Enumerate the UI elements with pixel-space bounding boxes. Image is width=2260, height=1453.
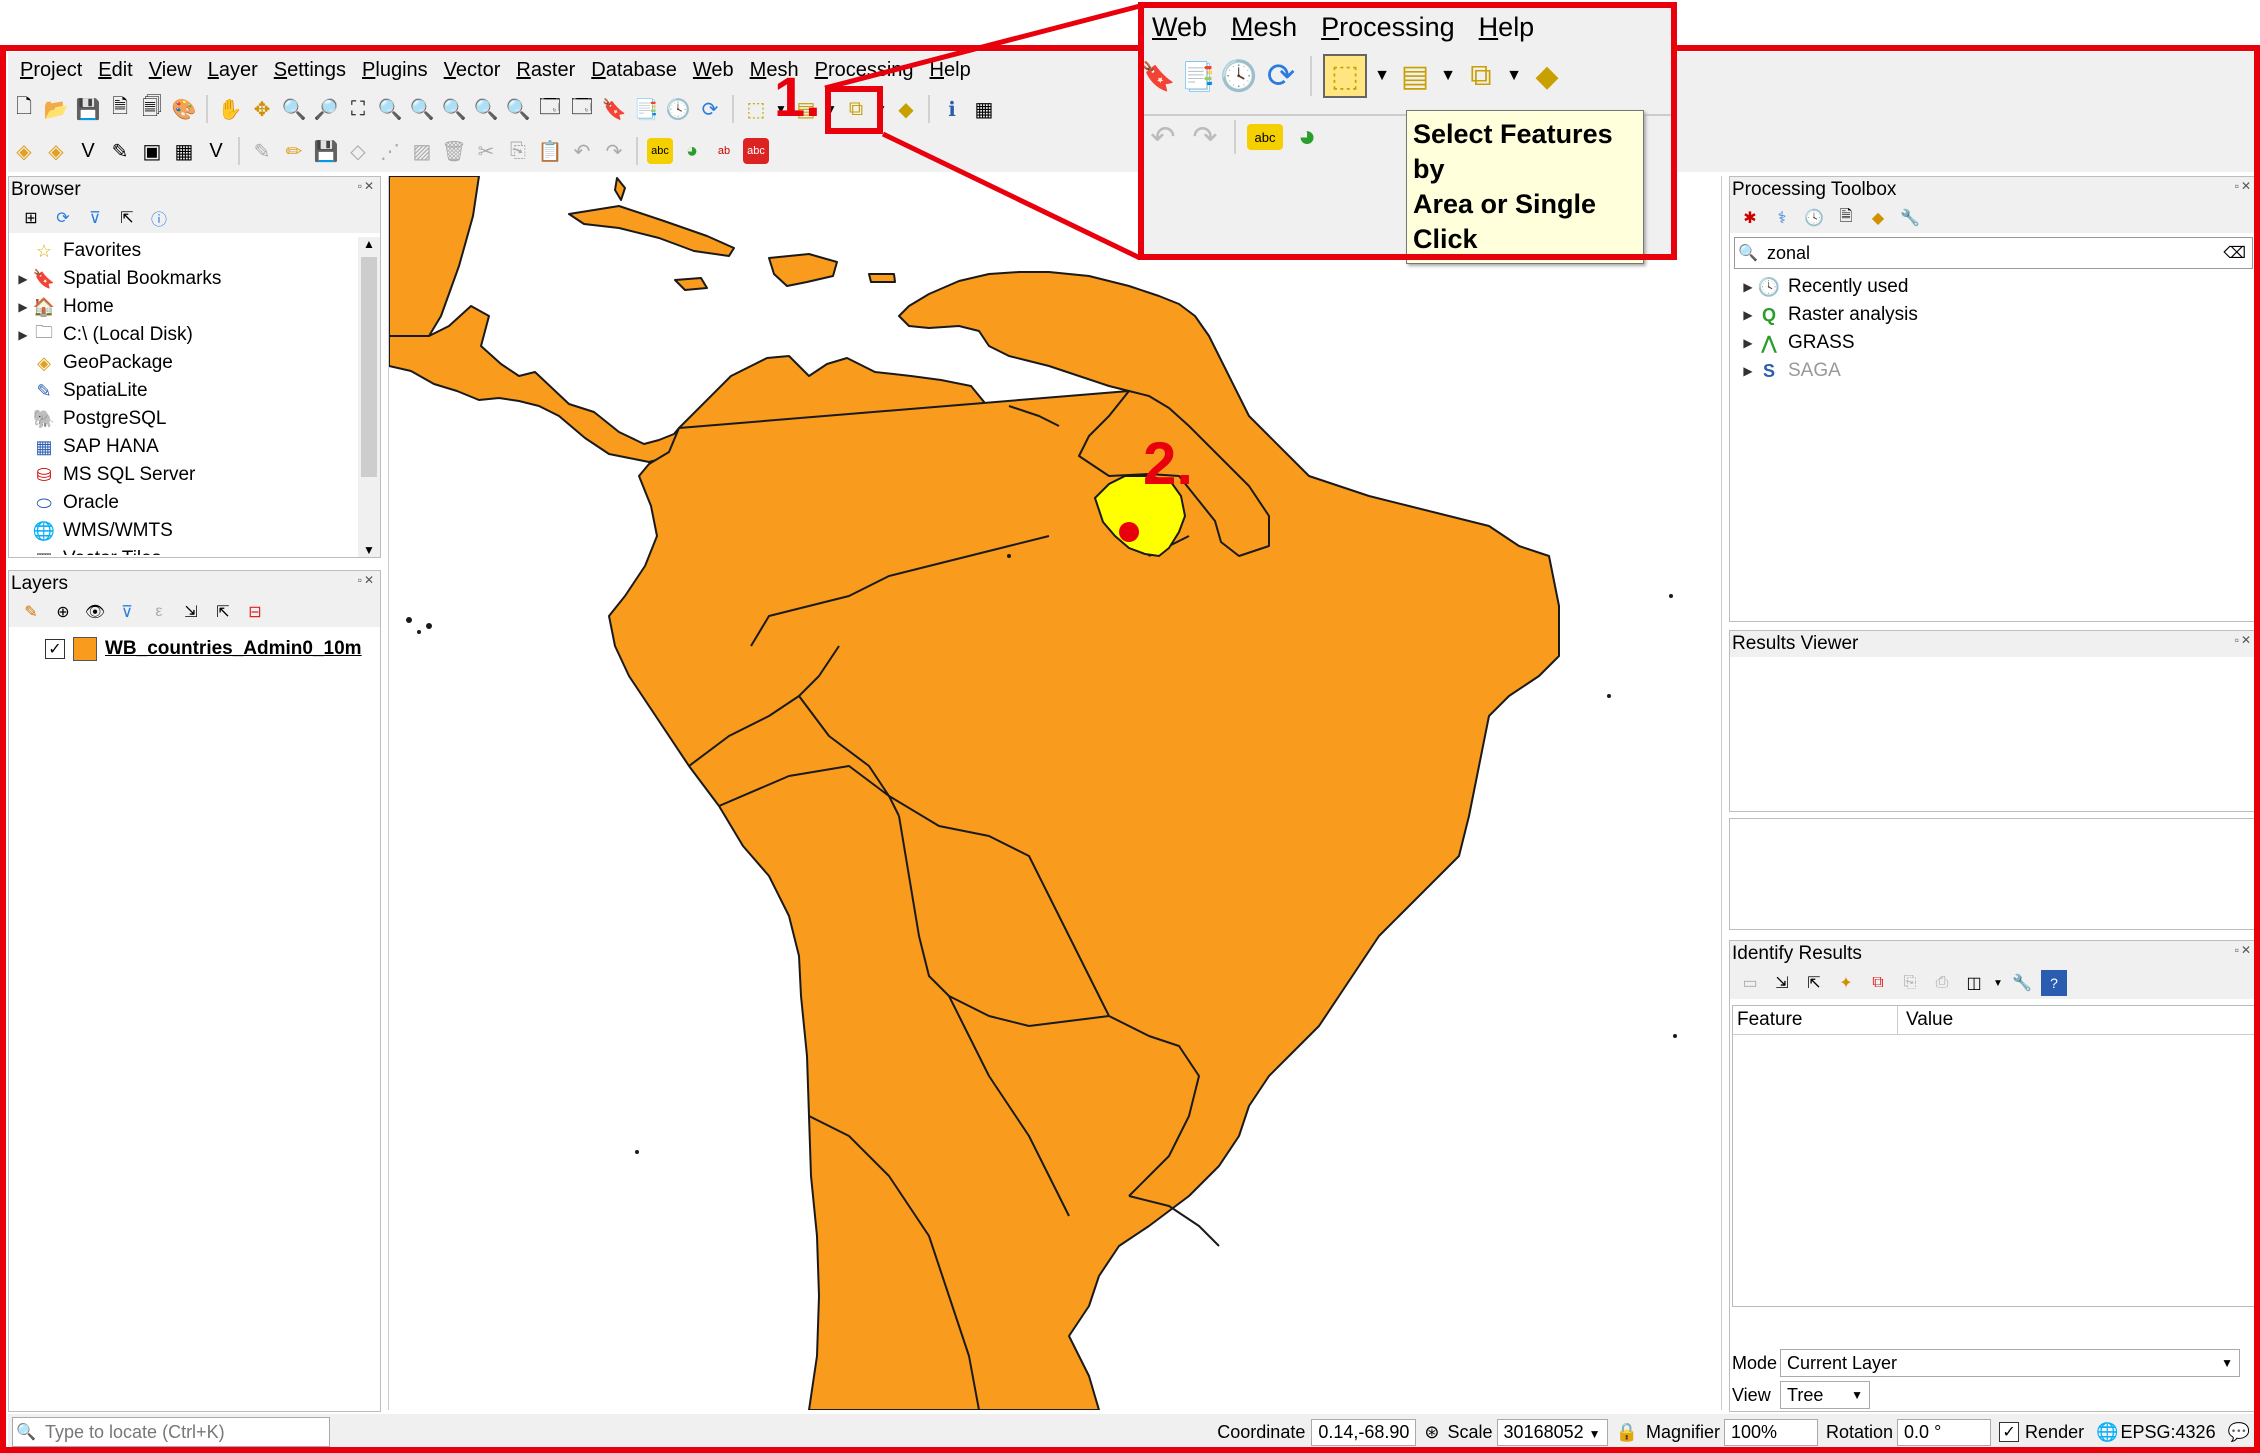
callout-zoom: Web Mesh Processing Help 🔖 📑 🕓 ⟳ ⬚ ▼ ▤ ▼ ⧉ …	[1138, 2, 1677, 264]
callout-lines	[824, 3, 1142, 261]
callout-frame	[1138, 2, 1677, 260]
